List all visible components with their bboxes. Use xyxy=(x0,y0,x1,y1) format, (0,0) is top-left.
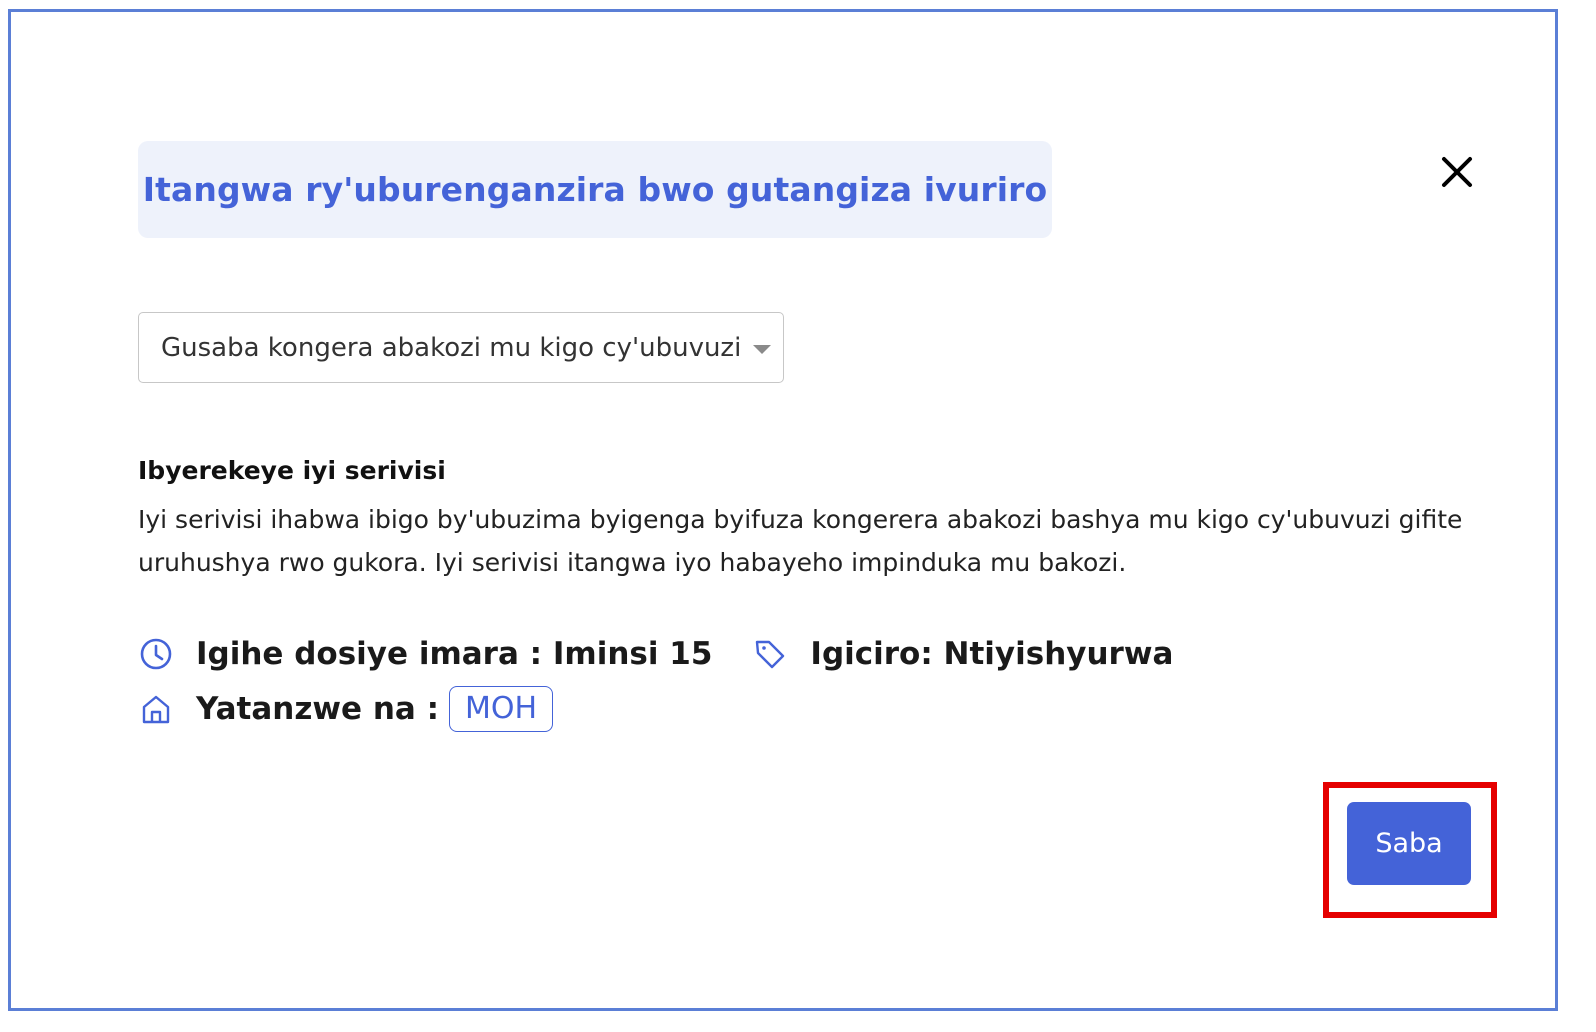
clock-icon xyxy=(138,636,174,672)
tag-icon xyxy=(752,636,788,672)
meta-row-duration-price: Igihe dosiye imara : Iminsi 15 Igiciro: … xyxy=(138,636,1173,672)
provider-badge: MOH xyxy=(449,686,554,732)
modal-dialog: Itangwa ry'uburenganzira bwo gutangiza i… xyxy=(8,9,1558,1011)
about-description: Iyi serivisi ihabwa ibigo by'ubuzima byi… xyxy=(138,505,1463,577)
duration-text: Igihe dosiye imara : Iminsi 15 xyxy=(196,636,713,672)
modal-title: Itangwa ry'uburenganzira bwo gutangiza i… xyxy=(142,170,1048,209)
service-select-value: Gusaba kongera abakozi mu kigo cy'ubuvuz… xyxy=(161,332,742,363)
service-select[interactable]: Gusaba kongera abakozi mu kigo cy'ubuvuz… xyxy=(138,312,784,383)
provider-label: Yatanzwe na : xyxy=(196,691,440,727)
price-group: Igiciro: Ntiyishyurwa xyxy=(752,636,1173,672)
price-text: Igiciro: Ntiyishyurwa xyxy=(810,636,1174,672)
home-icon xyxy=(138,691,174,727)
about-heading: Ibyerekeye iyi serivisi xyxy=(138,456,446,485)
close-icon xyxy=(1442,157,1472,187)
close-button[interactable] xyxy=(1435,150,1479,194)
chevron-down-icon xyxy=(753,345,772,354)
modal-title-banner: Itangwa ry'uburenganzira bwo gutangiza i… xyxy=(138,141,1052,238)
submit-button[interactable]: Saba xyxy=(1347,802,1471,885)
meta-row-provider: Yatanzwe na : MOH xyxy=(138,686,554,732)
